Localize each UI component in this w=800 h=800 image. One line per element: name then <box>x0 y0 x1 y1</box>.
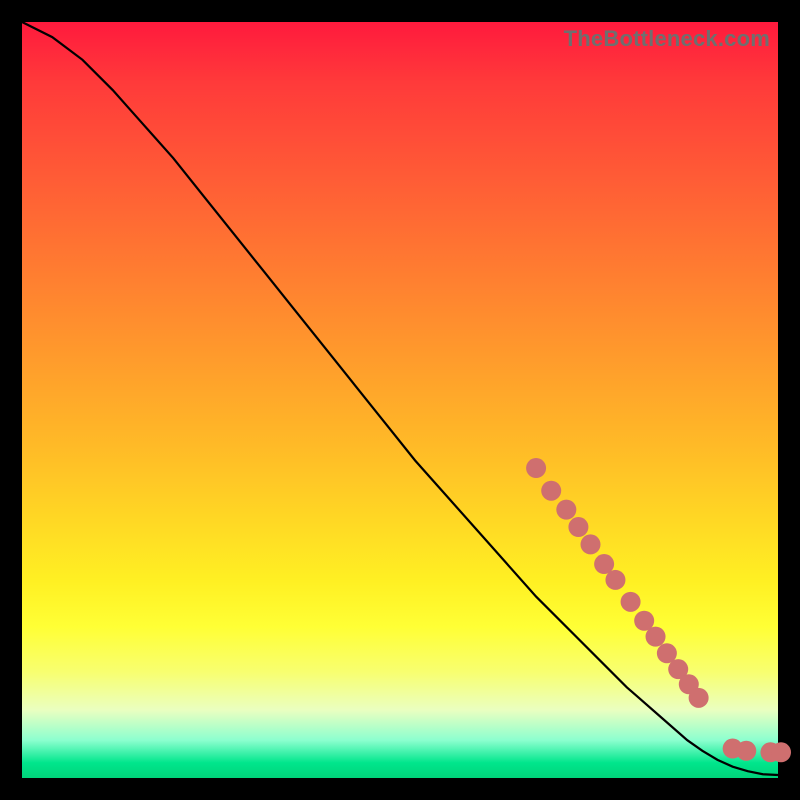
data-marker <box>689 688 709 708</box>
data-marker <box>526 458 546 478</box>
plot-area: TheBottleneck.com <box>22 22 778 778</box>
data-marker <box>621 592 641 612</box>
data-markers <box>526 458 791 762</box>
data-marker <box>646 627 666 647</box>
data-marker <box>771 742 791 762</box>
data-marker <box>736 741 756 761</box>
chart-frame: TheBottleneck.com <box>0 0 800 800</box>
data-marker <box>568 517 588 537</box>
data-marker <box>581 534 601 554</box>
data-marker <box>556 500 576 520</box>
data-marker <box>605 570 625 590</box>
data-marker <box>541 481 561 501</box>
bottleneck-curve-svg <box>22 22 778 778</box>
